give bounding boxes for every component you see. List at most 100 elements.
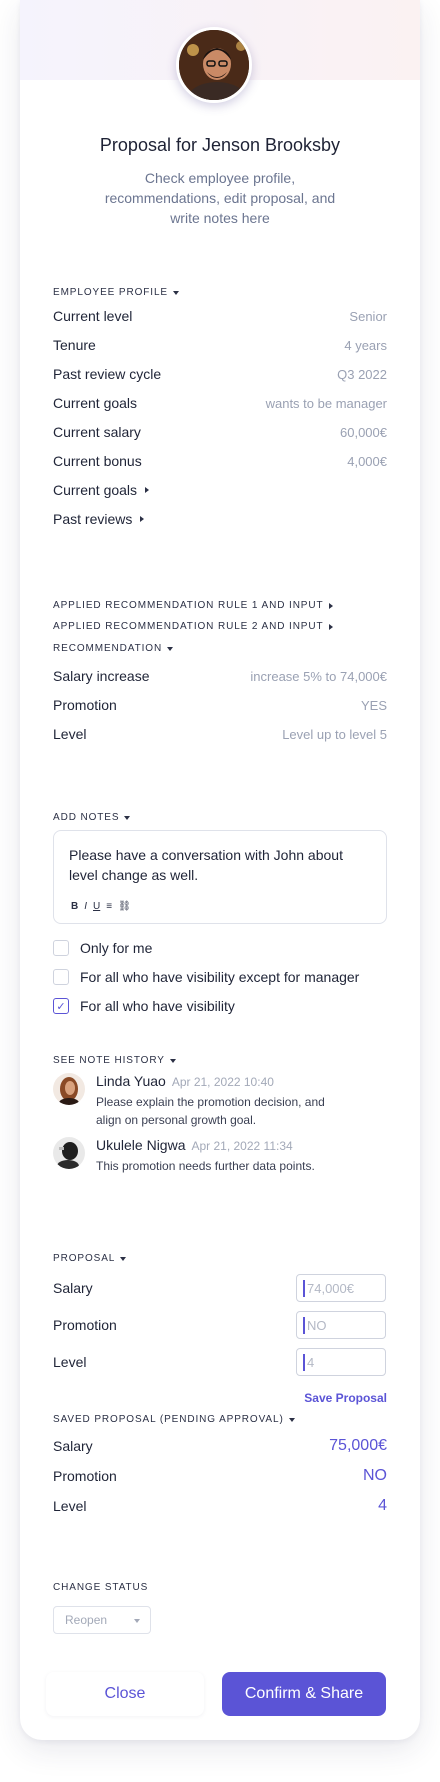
checkbox[interactable]	[53, 940, 69, 956]
row-label: Promotion	[53, 697, 117, 713]
save-proposal-button[interactable]: Save Proposal	[304, 1391, 387, 1405]
link-icon[interactable]: ⛓	[118, 901, 131, 912]
chevron-down-icon	[134, 1619, 140, 1623]
note-date: Apr 21, 2022 11:34	[191, 1139, 293, 1153]
row-label: Salary	[53, 1438, 93, 1454]
row-label: Salary	[53, 1280, 93, 1296]
section-label: SEE NOTE HISTORY	[53, 1055, 165, 1066]
page-subtitle: Check employee profile, recommendations,…	[104, 170, 336, 226]
close-button[interactable]: Close	[46, 1672, 204, 1716]
caret-down-icon	[124, 815, 131, 820]
caret-right-icon	[328, 623, 333, 630]
row-label: Current level	[53, 308, 133, 324]
row-value: 75,000€	[329, 1437, 387, 1454]
visibility-only-me[interactable]: Only for me	[53, 940, 152, 956]
avatar	[53, 1073, 85, 1105]
proposal-card: Proposal for Jenson Brooksby Check emplo…	[20, 0, 420, 1740]
row-value: 4,000€	[347, 453, 387, 469]
list-item: Linda Yuao Apr 21, 2022 10:40 Please expl…	[53, 1073, 387, 1129]
section-label: EMPLOYEE PROFILE	[53, 287, 168, 298]
recommendation-row: Promotion YES	[53, 695, 387, 715]
section-label: APPLIED RECOMMENDATION RULE 2 AND INPUT	[53, 621, 324, 632]
employee-photo-icon	[179, 30, 249, 100]
footer: Close Confirm & Share	[20, 1672, 420, 1740]
italic-icon[interactable]: I	[84, 901, 87, 912]
recommendation-row: Level Level up to level 5	[53, 724, 387, 744]
row-label: Past review cycle	[53, 366, 162, 382]
row-value: Q3 2022	[337, 366, 387, 382]
checkbox-label: Only for me	[80, 940, 153, 956]
section-label: APPLIED RECOMMENDATION RULE 1 AND INPUT	[53, 600, 324, 611]
list-item: Ukulele Nigwa Apr 21, 2022 11:34 This pro…	[53, 1137, 387, 1175]
check-icon: ✓	[56, 1000, 66, 1013]
note-text: Please explain the promotion decision, a…	[96, 1095, 325, 1127]
row-label: Promotion	[53, 1468, 117, 1484]
caret-down-icon	[169, 1058, 176, 1063]
profile-row: Current salary 60,000€	[53, 422, 387, 442]
saved-row: Salary 75,000€	[53, 1436, 387, 1456]
format-toolbar: B I U ≡ ⛓	[71, 901, 131, 912]
author-name: Ukulele Nigwa	[96, 1137, 186, 1153]
note-history-toggle[interactable]: SEE NOTE HISTORY	[53, 1055, 176, 1066]
row-label: Current bonus	[53, 453, 142, 469]
current-goals-expander[interactable]: Current goals	[53, 480, 387, 500]
row-value: wants to be manager	[265, 395, 387, 411]
salary-input[interactable]: 74,000€	[296, 1274, 386, 1302]
row-value: YES	[360, 697, 387, 713]
row-value: increase 5% to 74,000€	[250, 668, 387, 684]
row-value: 4 years	[344, 337, 387, 353]
rule1-toggle[interactable]: APPLIED RECOMMENDATION RULE 1 AND INPUT	[53, 600, 333, 611]
section-label: SAVED PROPOSAL (PENDING APPROVAL)	[53, 1414, 284, 1425]
row-label: Current salary	[53, 424, 141, 440]
promotion-input[interactable]: NO	[296, 1311, 386, 1339]
caret-right-icon	[328, 602, 333, 609]
section-label: CHANGE STATUS	[53, 1582, 149, 1593]
expander-label: Current goals	[53, 482, 138, 498]
employee-profile-toggle[interactable]: EMPLOYEE PROFILE	[53, 287, 179, 298]
add-notes-toggle[interactable]: ADD NOTES	[53, 812, 131, 823]
proposal-toggle[interactable]: PROPOSAL	[53, 1253, 127, 1264]
section-label: RECOMMENDATION	[53, 643, 163, 654]
visibility-all[interactable]: ✓ For all who have visibility	[53, 998, 235, 1014]
level-input[interactable]: 4	[296, 1348, 386, 1376]
row-label: Promotion	[53, 1317, 117, 1333]
caret-down-icon	[173, 290, 179, 295]
caret-down-icon	[288, 1417, 295, 1422]
expander-label: Past reviews	[53, 511, 133, 527]
row-label: Tenure	[53, 337, 96, 353]
saved-proposal-toggle[interactable]: SAVED PROPOSAL (PENDING APPROVAL)	[53, 1414, 295, 1425]
section-label: PROPOSAL	[53, 1253, 116, 1264]
avatar	[53, 1137, 85, 1169]
person-photo-icon	[53, 1073, 85, 1105]
person-photo-icon	[53, 1137, 85, 1169]
profile-row: Current bonus 4,000€	[53, 451, 387, 471]
recommendation-toggle[interactable]: RECOMMENDATION	[53, 643, 174, 654]
caret-down-icon	[167, 646, 174, 651]
status-select[interactable]: Reopen	[53, 1606, 151, 1634]
notes-editor[interactable]: Please have a conversation with John abo…	[53, 830, 387, 924]
checkbox-checked[interactable]: ✓	[53, 998, 69, 1014]
select-value: Reopen	[65, 1613, 108, 1627]
avatar	[176, 27, 252, 103]
row-value: 60,000€	[340, 424, 387, 440]
row-value: Level up to level 5	[282, 726, 387, 742]
underline-icon[interactable]: U	[93, 901, 100, 912]
caret-down-icon	[120, 1256, 127, 1261]
row-value: Senior	[349, 308, 387, 324]
row-value: NO	[363, 1467, 387, 1484]
rule2-toggle[interactable]: APPLIED RECOMMENDATION RULE 2 AND INPUT	[53, 621, 333, 632]
row-value: 4	[378, 1497, 387, 1514]
checkbox[interactable]	[53, 969, 69, 985]
bold-icon[interactable]: B	[71, 901, 78, 912]
page-title: Proposal for Jenson Brooksby	[99, 135, 341, 155]
past-reviews-expander[interactable]: Past reviews	[53, 509, 387, 529]
list-icon[interactable]: ≡	[106, 901, 112, 912]
checkbox-label: For all who have visibility except for m…	[80, 969, 360, 985]
saved-row: Promotion NO	[53, 1466, 387, 1486]
visibility-except-manager[interactable]: For all who have visibility except for m…	[53, 969, 359, 985]
confirm-share-button[interactable]: Confirm & Share	[222, 1672, 386, 1716]
checkbox-label: For all who have visibility	[80, 998, 235, 1014]
row-label: Salary increase	[53, 668, 150, 684]
note-date: Apr 21, 2022 10:40	[171, 1075, 274, 1089]
notes-text[interactable]: Please have a conversation with John abo…	[69, 845, 369, 885]
